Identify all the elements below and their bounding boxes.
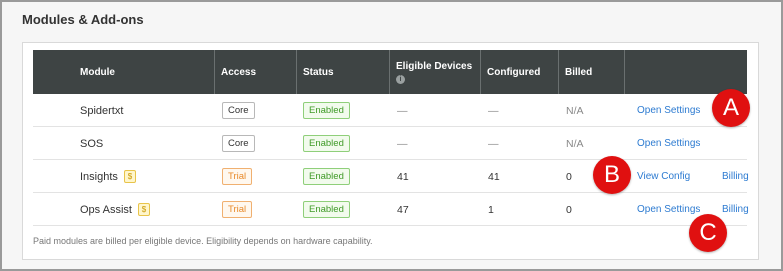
header-configured: Configured	[480, 50, 558, 94]
access-cell: Trial	[222, 160, 253, 193]
status-cell: Enabled	[303, 160, 350, 193]
eligible-value: —	[397, 137, 408, 150]
table-header: Module Access Status Eligible Devices i …	[33, 50, 747, 94]
info-icon[interactable]: i	[396, 74, 405, 84]
open-settings-link[interactable]: Open Settings	[637, 127, 700, 160]
header-eligible: Eligible Devices i	[389, 50, 480, 94]
paid-icon: $	[123, 170, 136, 183]
header-access: Access	[214, 50, 296, 94]
marker-b: B	[593, 156, 631, 194]
access-badge: Core	[222, 135, 255, 152]
module-name: SOS	[80, 127, 103, 160]
table-row: Insights $ Trial Enabled 41 41 0 View Co…	[33, 160, 749, 193]
status-badge: Enabled	[303, 135, 350, 152]
page-title: Modules & Add-ons	[22, 12, 144, 27]
billed-value: N/A	[566, 104, 584, 117]
marker-c: C	[689, 214, 727, 252]
open-settings-link[interactable]: Open Settings	[637, 94, 700, 127]
status-cell: Enabled	[303, 94, 350, 127]
module-name-label: Spidertxt	[80, 104, 124, 117]
module-name: Spidertxt	[80, 94, 123, 127]
module-name: Insights $	[80, 160, 136, 193]
module-name: Ops Assist $	[80, 193, 150, 226]
status-badge: Enabled	[303, 168, 350, 185]
billing-link-label[interactable]: Billing	[722, 204, 749, 215]
access-badge: Trial	[222, 168, 253, 185]
table-row: SOS Core Enabled — — N/A Open Settings	[33, 127, 747, 160]
eligible-value: 47	[397, 203, 409, 216]
header-status: Status	[296, 50, 389, 94]
modules-card: Module Access Status Eligible Devices i …	[22, 42, 759, 260]
eligible-value: —	[397, 104, 408, 117]
configured-value: 1	[488, 203, 494, 216]
billing-link[interactable]: Billing	[722, 160, 749, 193]
view-config-link[interactable]: View Config	[637, 160, 690, 193]
view-config-link-label[interactable]: View Config	[637, 171, 690, 182]
configured-value: 41	[488, 170, 500, 183]
table-row: Spidertxt Core Enabled — — N/A Open Sett…	[33, 94, 747, 127]
footnote: Paid modules are billed per eligible dev…	[33, 236, 373, 246]
status-badge: Enabled	[303, 102, 350, 119]
open-settings-link[interactable]: Open Settings	[637, 193, 700, 226]
billed-value: 0	[566, 170, 572, 183]
status-badge: Enabled	[303, 201, 350, 218]
billed-value: 0	[566, 203, 572, 216]
header-actions	[624, 50, 747, 94]
header-eligible-label: Eligible Devices	[396, 60, 473, 72]
configured-value: —	[488, 137, 499, 150]
table-row: Ops Assist $ Trial Enabled 47 1 0 Open S…	[33, 193, 749, 226]
eligible-value: 41	[397, 170, 409, 183]
open-settings-link-label[interactable]: Open Settings	[637, 204, 700, 215]
status-cell: Enabled	[303, 193, 350, 226]
open-settings-link-label[interactable]: Open Settings	[637, 105, 700, 116]
access-cell: Core	[222, 127, 255, 160]
configured-value: —	[488, 104, 499, 117]
marker-a: A	[712, 89, 750, 127]
billing-link-label[interactable]: Billing	[722, 171, 749, 182]
access-badge: Trial	[222, 201, 253, 218]
open-settings-link-label[interactable]: Open Settings	[637, 138, 700, 149]
access-badge: Core	[222, 102, 255, 119]
access-cell: Trial	[222, 193, 253, 226]
billing-link[interactable]: Billing	[722, 193, 749, 226]
access-cell: Core	[222, 94, 255, 127]
module-name-label: Ops Assist	[80, 203, 132, 216]
module-name-label: Insights	[80, 170, 118, 183]
paid-icon: $	[137, 203, 150, 216]
status-cell: Enabled	[303, 127, 350, 160]
billed-value: N/A	[566, 137, 584, 150]
module-name-label: SOS	[80, 137, 104, 150]
header-module: Module	[80, 66, 115, 78]
header-billed: Billed	[558, 50, 624, 94]
